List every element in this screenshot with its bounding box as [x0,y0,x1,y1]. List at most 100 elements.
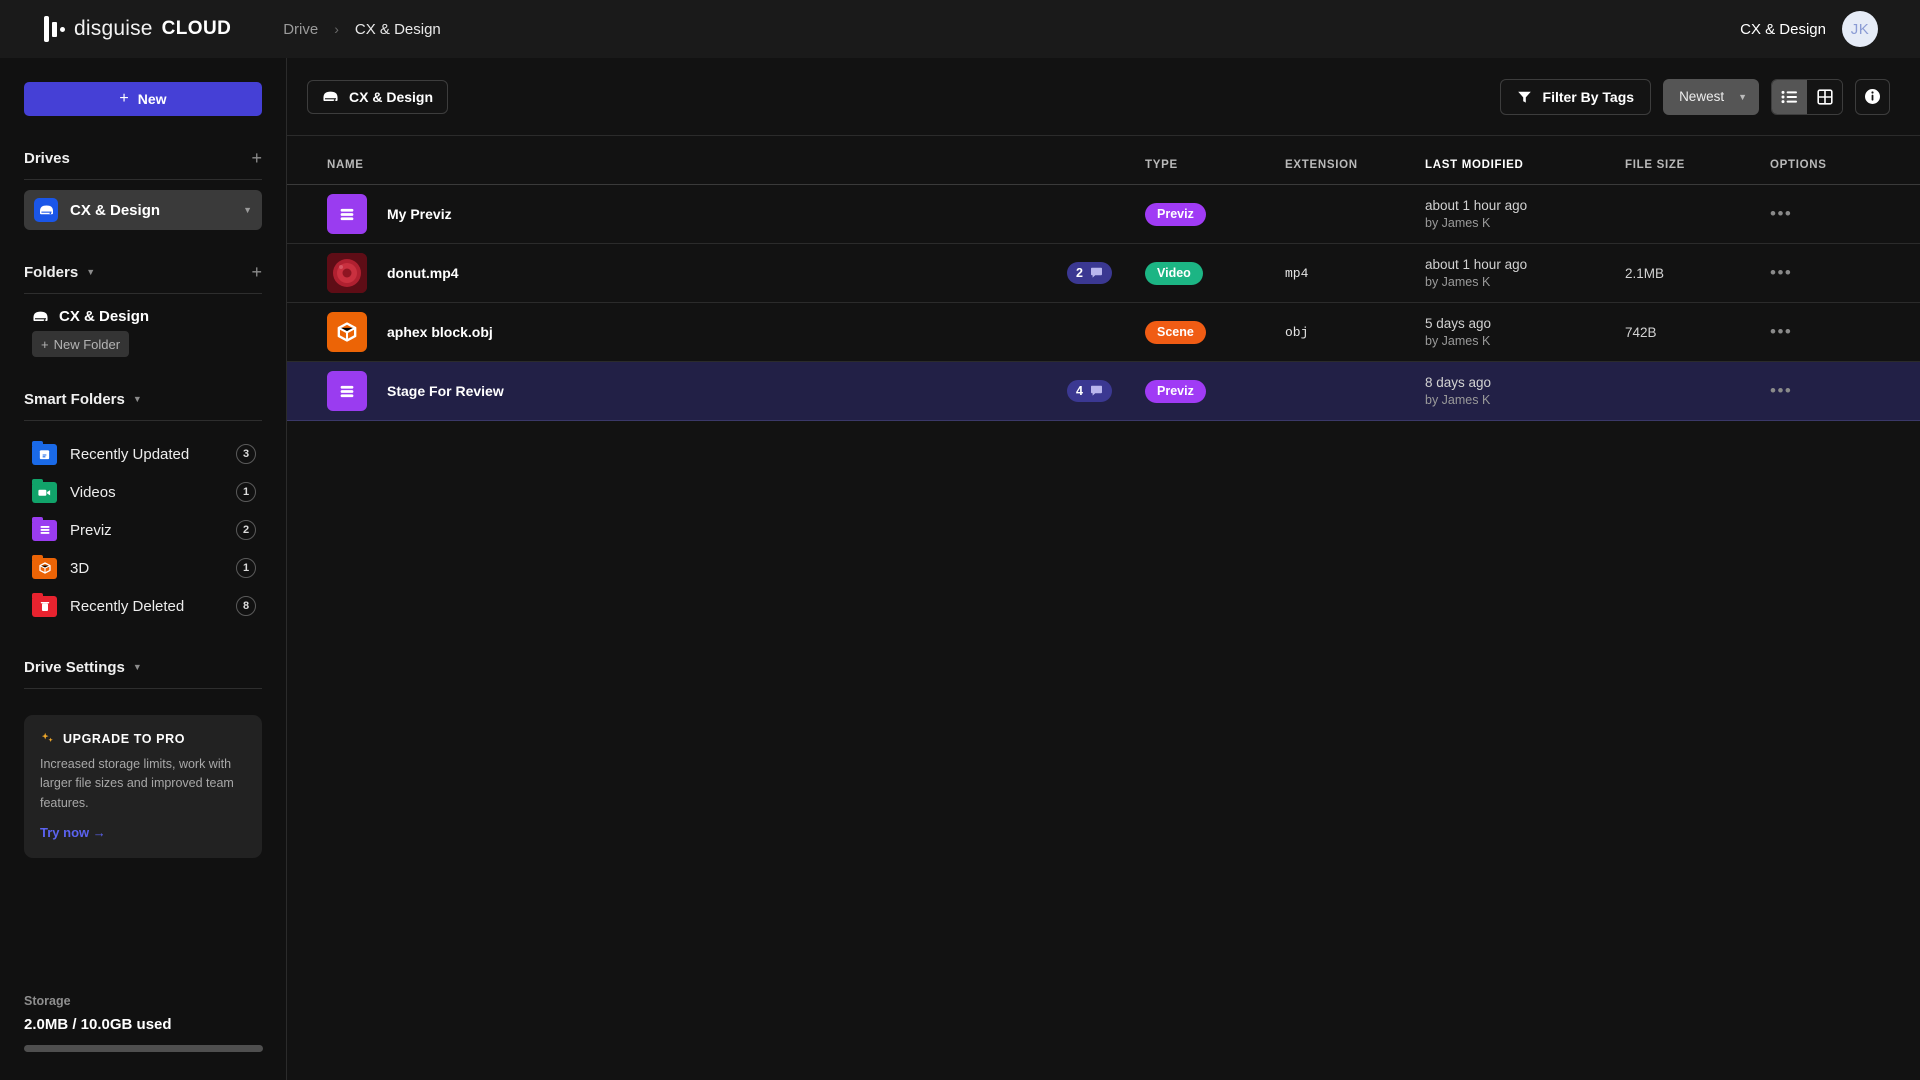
file-type-cell: Video [1145,262,1285,285]
ellipsis-icon[interactable]: ••• [1770,204,1792,223]
chevron-down-icon[interactable]: ▼ [133,662,142,672]
file-name: aphex block.obj [387,324,493,340]
video-folder-icon [32,482,57,503]
info-icon [1864,88,1881,105]
upgrade-try-now-link[interactable]: Try now → [40,825,246,840]
table-row[interactable]: aphex block.obj Scene obj 5 days ago by … [287,303,1920,362]
sidebar-item-videos[interactable]: Videos 1 [24,473,262,511]
comment-badge-cell: 2 [1067,262,1145,284]
view-toggle-group [1771,79,1843,115]
column-header-last-modified[interactable]: LAST MODIFIED [1425,159,1625,171]
file-size: 742B [1625,325,1770,340]
logo-wordmark: disguise [74,17,153,41]
sort-select[interactable]: Newest ▼ [1663,79,1759,115]
comment-count-badge[interactable]: 4 [1067,380,1112,402]
top-bar: disguise CLOUD Drive › CX & Design CX & … [0,0,1920,58]
video-thumbnail-icon [327,253,367,293]
smart-folders-list: Recently Updated 3 Videos 1 Previz 2 [24,435,262,625]
smart-folder-label: Recently Updated [70,446,189,463]
comment-badge-cell: 4 [1067,380,1145,402]
smart-folder-label: 3D [70,560,89,577]
breadcrumb-item-drive[interactable]: Drive [283,21,318,38]
last-modified-author: by James K [1425,216,1625,230]
breadcrumb-item-current[interactable]: CX & Design [355,21,441,38]
org-name: CX & Design [1740,21,1826,38]
info-button[interactable] [1855,79,1890,115]
file-table: NAME TYPE EXTENSION LAST MODIFIED FILE S… [287,136,1920,421]
table-row[interactable]: Stage For Review 4 Previz [287,362,1920,421]
current-drive-pill[interactable]: CX & Design [307,80,448,114]
last-modified-cell: 5 days ago by James K [1425,316,1625,348]
new-folder-label: New Folder [54,337,120,352]
file-name-cell[interactable]: Stage For Review [307,371,1067,411]
type-badge: Previz [1145,203,1206,226]
drive-icon [34,198,58,222]
sparkle-icon [40,731,55,746]
chevron-down-icon[interactable]: ▼ [133,394,142,404]
last-modified-cell: about 1 hour ago by James K [1425,198,1625,230]
avatar[interactable]: JK [1842,11,1878,47]
smart-folder-count: 1 [236,482,256,502]
file-name-cell[interactable]: aphex block.obj [307,312,1067,352]
disguise-logo-icon [44,16,65,42]
list-view-icon [1781,90,1798,104]
grid-view-button[interactable] [1807,80,1842,114]
table-row[interactable]: My Previz Previz about 1 hour ago by Jam… [287,185,1920,244]
file-type-cell: Scene [1145,321,1285,344]
column-header-name[interactable]: NAME [307,159,1067,171]
previz-folder-icon [32,520,57,541]
add-drive-button[interactable]: + [251,149,262,167]
drive-settings-section-header[interactable]: Drive Settings ▼ [24,655,262,679]
filter-by-tags-button[interactable]: Filter By Tags [1500,79,1652,115]
brand-logo[interactable]: disguise CLOUD [44,16,231,42]
sidebar-item-3d[interactable]: 3D 1 [24,549,262,587]
type-badge: Scene [1145,321,1206,344]
smart-folder-count: 8 [236,596,256,616]
drives-section-header: Drives + [24,146,262,170]
main-toolbar: CX & Design Filter By Tags Newest ▼ [287,58,1920,136]
chevron-down-icon[interactable]: ▼ [243,205,252,215]
comment-icon [1090,385,1103,397]
file-name: donut.mp4 [387,265,459,281]
grid-view-icon [1817,89,1833,105]
smart-folder-label: Recently Deleted [70,598,184,615]
last-modified-cell: about 1 hour ago by James K [1425,257,1625,289]
chevron-down-icon[interactable]: ▼ [86,267,95,277]
column-header-file-size[interactable]: FILE SIZE [1625,159,1770,171]
file-type-cell: Previz [1145,203,1285,226]
ellipsis-icon[interactable]: ••• [1770,322,1792,341]
main-content: CX & Design Filter By Tags Newest ▼ [287,58,1920,1080]
sidebar-item-previz[interactable]: Previz 2 [24,511,262,549]
list-view-button[interactable] [1772,80,1807,114]
options-cell: ••• [1770,205,1890,224]
file-name-cell[interactable]: donut.mp4 [307,253,1067,293]
app-body: + New Drives + CX & Design ▼ Folders ▼ + [0,58,1920,1080]
current-drive-label: CX & Design [349,89,433,105]
cube-folder-icon [32,558,57,579]
smart-folder-label: Previz [70,522,112,539]
drive-icon [322,90,339,103]
column-header-options: OPTIONS [1770,159,1890,171]
sidebar-item-recently-updated[interactable]: Recently Updated 3 [24,435,262,473]
plus-icon: + [41,337,49,352]
upgrade-description: Increased storage limits, work with larg… [40,755,246,813]
drives-title: Drives [24,150,70,167]
sidebar-drive-label: CX & Design [70,202,160,219]
table-row[interactable]: donut.mp4 2 Video mp4 [287,244,1920,303]
last-modified-time: about 1 hour ago [1425,257,1625,272]
sidebar-item-drive-cx-design[interactable]: CX & Design ▼ [24,190,262,230]
sidebar-item-folder-cx-design[interactable]: CX & Design [24,308,262,325]
new-button[interactable]: + New [24,82,262,116]
sidebar-item-recently-deleted[interactable]: Recently Deleted 8 [24,587,262,625]
file-name-cell[interactable]: My Previz [307,194,1067,234]
last-modified-time: about 1 hour ago [1425,198,1625,213]
ellipsis-icon[interactable]: ••• [1770,381,1792,400]
new-folder-button[interactable]: + New Folder [32,331,129,357]
add-folder-button[interactable]: + [251,263,262,281]
divider [24,179,262,180]
column-header-extension[interactable]: EXTENSION [1285,159,1425,171]
comment-count-badge[interactable]: 2 [1067,262,1112,284]
ellipsis-icon[interactable]: ••• [1770,263,1792,282]
type-badge: Previz [1145,380,1206,403]
column-header-type[interactable]: TYPE [1145,159,1285,171]
